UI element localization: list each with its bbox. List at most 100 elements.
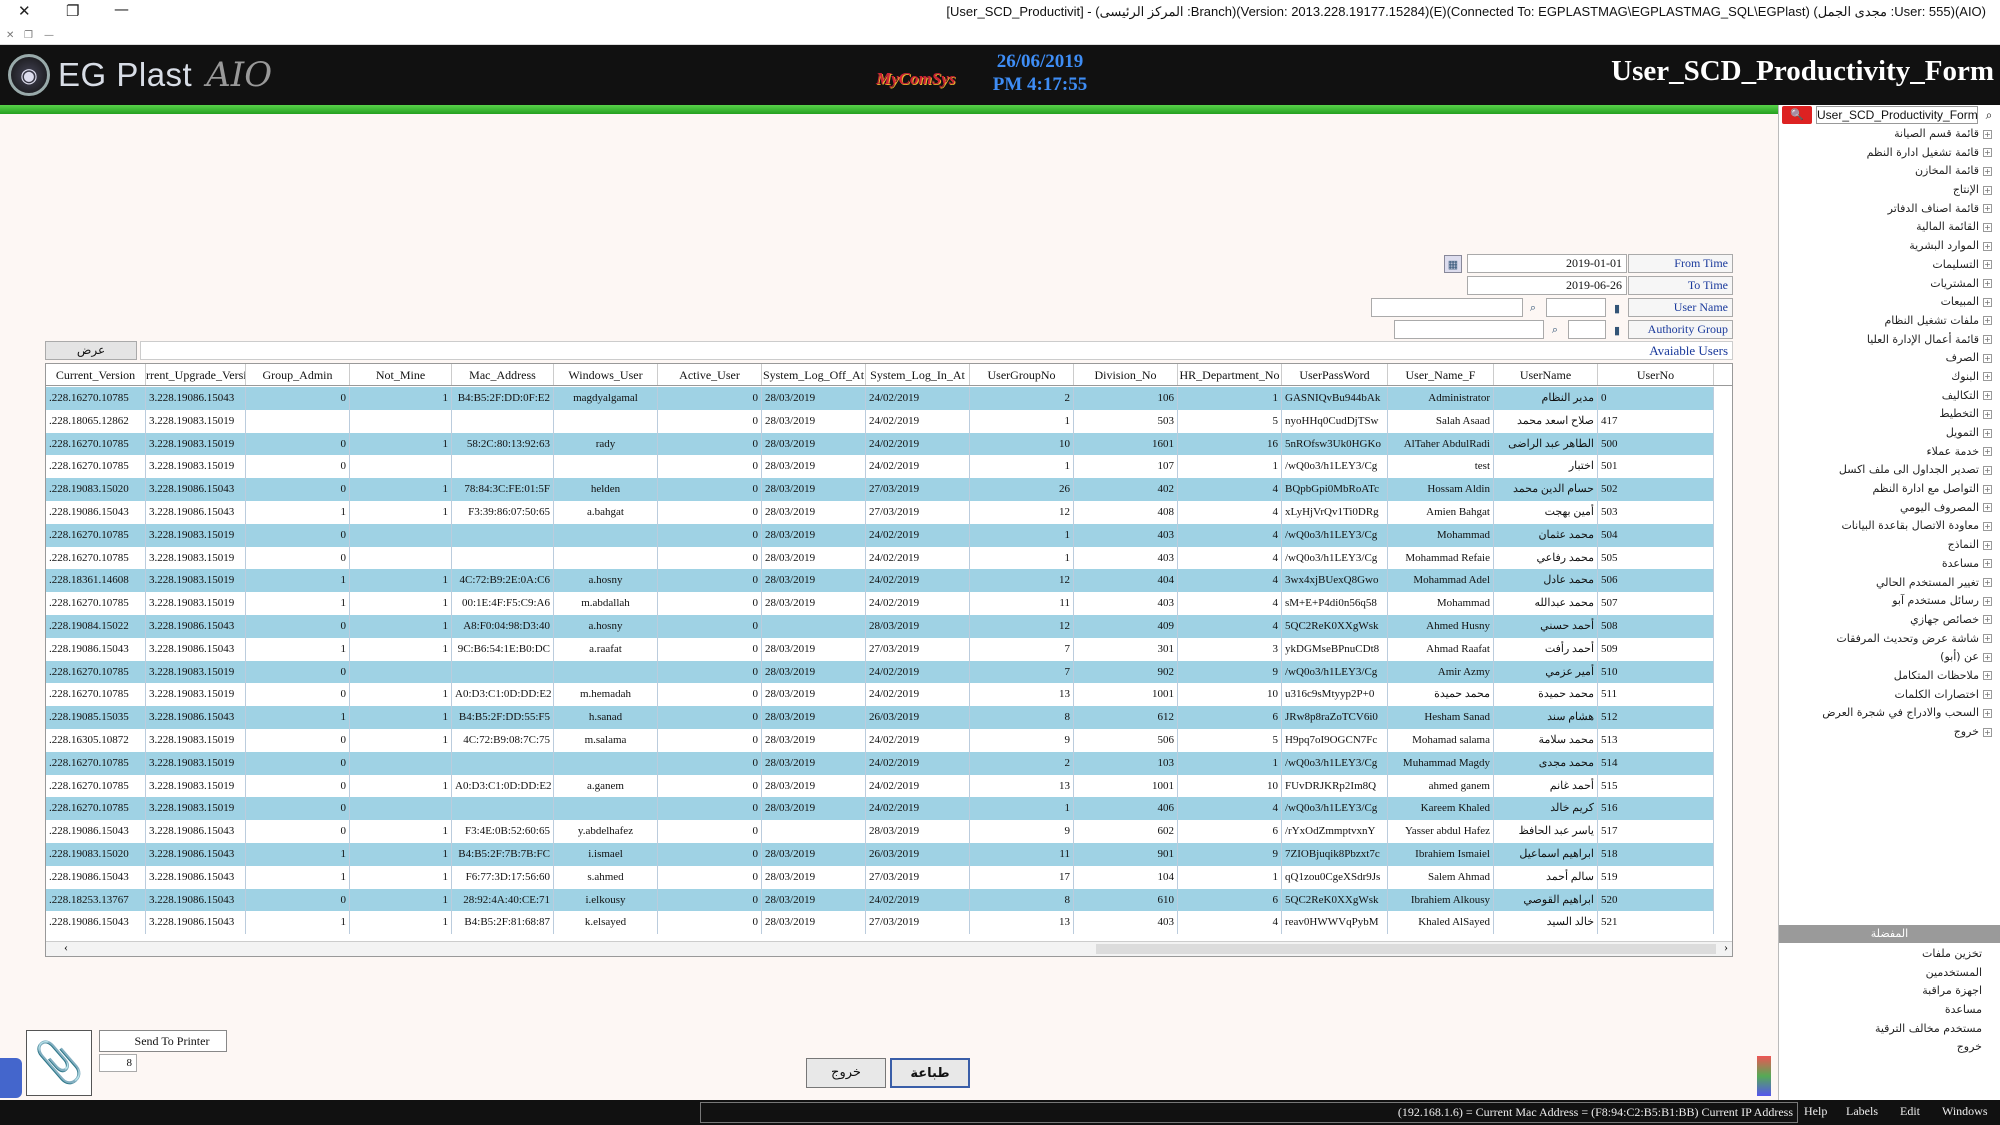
- table-cell[interactable]: 13: [970, 774, 1074, 798]
- table-cell[interactable]: 511: [1598, 683, 1714, 707]
- table-row[interactable]: .228.16270.10785 3.228.19083.15019 0 0 28/03…: [46, 455, 1732, 479]
- expand-icon[interactable]: +: [1983, 279, 1992, 288]
- expand-icon[interactable]: +: [1983, 540, 1992, 550]
- table-cell[interactable]: 3.228.19083.15019: [146, 409, 246, 433]
- table-cell[interactable]: 1601: [1074, 432, 1178, 456]
- table-cell[interactable]: Mohammad Refaie: [1388, 546, 1494, 570]
- table-cell[interactable]: مدير النظام: [1494, 387, 1598, 410]
- table-cell[interactable]: 12: [970, 500, 1074, 524]
- search-icon[interactable]: ⌕: [1980, 106, 1998, 124]
- table-cell[interactable]: 3.228.19086.15043: [146, 637, 246, 661]
- table-cell[interactable]: [452, 797, 554, 821]
- table-cell[interactable]: 00:1E:4F:F5:C9:A6: [452, 592, 554, 615]
- menu-tree-item[interactable]: التواصل مع ادارة النظم +: [1782, 480, 1992, 499]
- table-cell[interactable]: 16: [1178, 432, 1282, 456]
- table-cell[interactable]: 0: [658, 409, 762, 433]
- menu-tree-item[interactable]: قائمة أعمال الإدارة العليا +: [1782, 331, 1992, 350]
- table-cell[interactable]: H9pq7oI9OGCN7Fc: [1282, 728, 1388, 752]
- table-cell[interactable]: m.salama: [554, 728, 658, 752]
- table-cell[interactable]: 403: [1074, 592, 1178, 615]
- table-cell[interactable]: 514: [1598, 751, 1714, 775]
- expand-icon[interactable]: +: [1983, 596, 1992, 606]
- table-cell[interactable]: [350, 660, 452, 684]
- table-cell[interactable]: 24/02/2019: [866, 409, 970, 433]
- table-cell[interactable]: y.abdelhafez: [554, 820, 658, 843]
- table-cell[interactable]: 24/02/2019: [866, 888, 970, 912]
- table-cell[interactable]: 610: [1074, 888, 1178, 912]
- table-cell[interactable]: Amien Bahgat: [1388, 500, 1494, 524]
- table-cell[interactable]: 505: [1598, 546, 1714, 570]
- table-cell[interactable]: 417: [1598, 409, 1714, 433]
- user-code-input[interactable]: [1546, 298, 1606, 317]
- table-cell[interactable]: A0:D3:C1:0D:DD:E2: [452, 683, 554, 707]
- table-cell[interactable]: محمد عثمان: [1494, 523, 1598, 547]
- users-grid[interactable]: Current_Version rrent_Upgrade_Versi Group_…: [45, 363, 1733, 957]
- table-cell[interactable]: 0: [658, 774, 762, 798]
- table-cell[interactable]: 28/03/2019: [762, 774, 866, 798]
- menu-tree-item[interactable]: عن (أبو) +: [1782, 648, 1992, 667]
- menu-help[interactable]: Help: [1804, 1104, 1827, 1119]
- table-cell[interactable]: 5: [1178, 409, 1282, 433]
- table-cell[interactable]: 402: [1074, 478, 1178, 501]
- table-cell[interactable]: 4: [1178, 614, 1282, 638]
- table-cell[interactable]: m.hemadah: [554, 683, 658, 707]
- table-cell[interactable]: 28/03/2019: [762, 455, 866, 479]
- table-row[interactable]: .228.19086.15043 3.228.19086.15043 1 1 F3:39…: [46, 500, 1732, 524]
- expand-icon[interactable]: +: [1983, 222, 1992, 232]
- table-cell[interactable]: [554, 660, 658, 684]
- table-cell[interactable]: test: [1388, 455, 1494, 479]
- table-cell[interactable]: 28/03/2019: [866, 614, 970, 638]
- table-cell[interactable]: 1: [350, 706, 452, 729]
- table-cell[interactable]: 1: [246, 911, 350, 935]
- table-cell[interactable]: 1: [246, 500, 350, 524]
- menu-tree-item[interactable]: المشتريات +: [1782, 275, 1992, 294]
- column-header[interactable]: HR_Department_No: [1178, 364, 1282, 385]
- table-cell[interactable]: 1: [1178, 455, 1282, 479]
- table-cell[interactable]: 28/03/2019: [762, 683, 866, 707]
- table-cell[interactable]: صلاح اسعد محمد: [1494, 409, 1598, 433]
- table-cell[interactable]: a.hosny: [554, 614, 658, 638]
- table-cell[interactable]: 1: [350, 614, 452, 638]
- calendar-icon[interactable]: ▦: [1444, 255, 1462, 273]
- table-cell[interactable]: 520: [1598, 888, 1714, 912]
- table-cell[interactable]: 5nROfsw3Uk0HGKo: [1282, 432, 1388, 456]
- table-cell[interactable]: 500: [1598, 432, 1714, 456]
- expand-icon[interactable]: +: [1983, 484, 1992, 494]
- table-cell[interactable]: 0: [246, 774, 350, 798]
- table-cell[interactable]: .228.19086.15043: [46, 500, 146, 524]
- table-cell[interactable]: qQ1zou0CgeXSdr9Js: [1282, 865, 1388, 889]
- column-header[interactable]: Active_User: [658, 364, 762, 385]
- show-button[interactable]: عرض: [45, 341, 137, 360]
- expand-icon[interactable]: +: [1983, 372, 1992, 382]
- table-cell[interactable]: 107: [1074, 455, 1178, 479]
- table-cell[interactable]: 0: [246, 888, 350, 912]
- column-header[interactable]: Current_Version: [46, 364, 146, 385]
- table-cell[interactable]: JRw8p8raZoTCV6i0: [1282, 706, 1388, 729]
- scroll-thumb[interactable]: [1096, 944, 1716, 954]
- column-header[interactable]: UserName: [1494, 364, 1598, 385]
- table-cell[interactable]: F6:77:3D:17:56:60: [452, 865, 554, 889]
- table-cell[interactable]: 1: [350, 592, 452, 615]
- table-cell[interactable]: 403: [1074, 523, 1178, 547]
- table-cell[interactable]: B4:B5:2F:81:68:87: [452, 911, 554, 935]
- table-cell[interactable]: 501: [1598, 455, 1714, 479]
- favorite-item[interactable]: خروج: [1772, 1038, 1982, 1057]
- table-cell[interactable]: 7ZIOBjuqik8Pbzxt7c: [1282, 842, 1388, 866]
- table-cell[interactable]: 1: [350, 387, 452, 410]
- table-cell[interactable]: nyoHHq0CudDjTSw: [1282, 409, 1388, 433]
- table-cell[interactable]: [452, 751, 554, 775]
- table-cell[interactable]: 106: [1074, 387, 1178, 410]
- table-cell[interactable]: 1: [350, 569, 452, 593]
- minimize-icon[interactable]: —: [114, 0, 129, 18]
- table-cell[interactable]: 1: [970, 797, 1074, 821]
- column-header[interactable]: rrent_Upgrade_Versi: [146, 364, 246, 385]
- table-cell[interactable]: 1: [1178, 751, 1282, 775]
- search-icon[interactable]: ⌕: [1546, 321, 1564, 339]
- table-cell[interactable]: 6: [1178, 888, 1282, 912]
- table-cell[interactable]: ahmed ganem: [1388, 774, 1494, 798]
- table-cell[interactable]: 28/03/2019: [762, 432, 866, 456]
- table-cell[interactable]: BQpbGpi0MbRoATc: [1282, 478, 1388, 501]
- table-cell[interactable]: 403: [1074, 546, 1178, 570]
- table-cell[interactable]: 0: [246, 820, 350, 843]
- expand-icon[interactable]: +: [1983, 634, 1992, 644]
